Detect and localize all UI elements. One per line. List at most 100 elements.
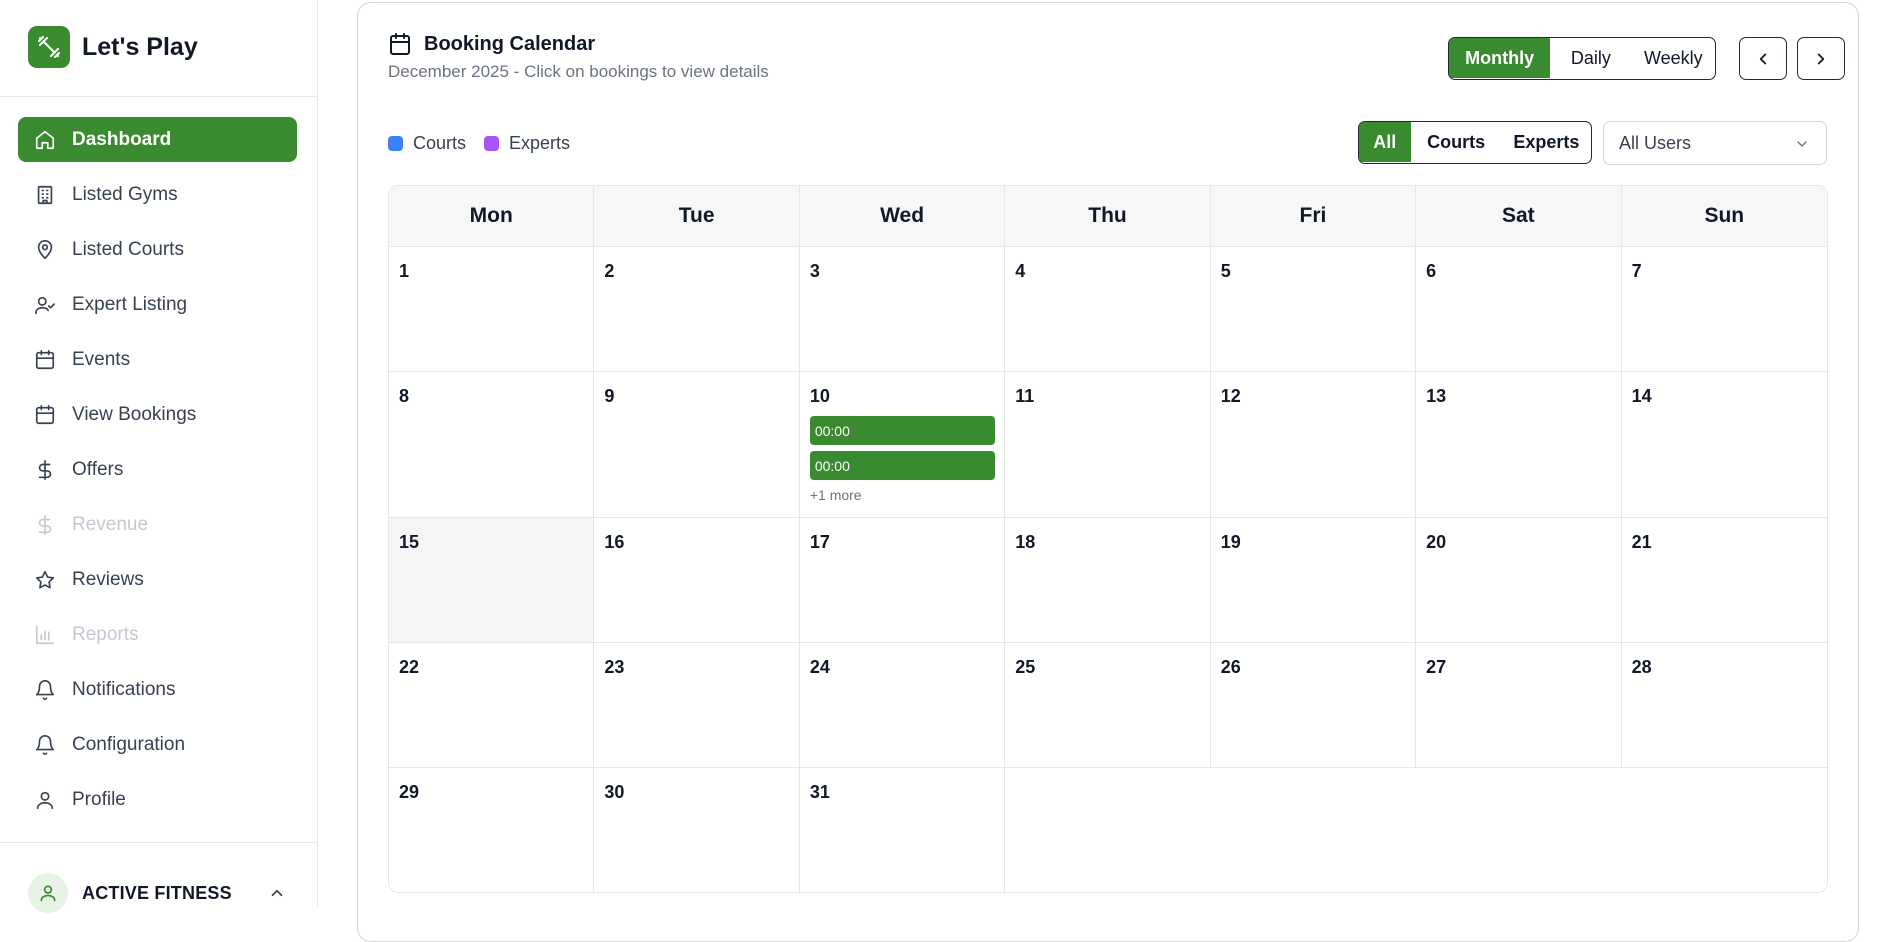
day-number: 24 [809,657,830,677]
weekday-header: Mon Tue Wed Thu Fri Sat Sun [389,186,1827,246]
user-icon [28,873,68,913]
sidebar-item-label: Configuration [72,733,186,755]
day-cell[interactable]: 15 [389,518,595,642]
sidebar-item-expert-listing[interactable]: Expert Listing [18,282,297,327]
empty-cell [1622,768,1827,892]
week-row: 1 2 3 4 5 6 7 [389,246,1827,371]
day-cell[interactable]: 10 00:00 00:00 +1 more [800,372,1006,517]
sidebar-item-label: Events [72,348,131,370]
user-icon [34,789,56,811]
day-cell[interactable]: 4 [1005,247,1211,371]
sidebar-item-profile[interactable]: Profile [18,777,297,822]
page-subtitle: December 2025 - Click on bookings to vie… [388,62,769,81]
day-number: 13 [1426,386,1447,406]
day-cell[interactable]: 18 [1005,518,1211,642]
booking-event[interactable]: 00:00 [809,416,995,445]
booking-event[interactable]: 00:00 [809,451,995,480]
weekday-wed: Wed [800,186,1006,246]
day-number: 3 [809,261,820,281]
weekday-sat: Sat [1416,186,1622,246]
filter-experts[interactable]: Experts [1502,122,1591,162]
sidebar-item-offers[interactable]: Offers [18,447,297,492]
day-cell[interactable]: 6 [1416,247,1622,371]
sidebar-item-label: Reports [72,623,139,645]
day-cell[interactable]: 14 [1622,372,1827,517]
week-row: 8 9 10 00:00 00:00 +1 more 11 12 13 14 [389,371,1827,517]
filter-courts[interactable]: Courts [1411,122,1502,162]
legend-label-experts: Experts [509,133,571,153]
filter-all[interactable]: All [1359,122,1411,162]
star-icon [34,569,56,591]
day-cell[interactable]: 9 [594,372,800,517]
account-name: ACTIVE FITNESS [82,882,232,903]
sidebar-item-events[interactable]: Events [18,337,297,382]
dumbbell-icon [28,26,70,68]
day-number: 19 [1220,532,1241,552]
sidebar-item-dashboard[interactable]: Dashboard [18,117,297,162]
day-number: 30 [604,782,625,802]
sidebar-item-label: Offers [72,458,124,480]
day-cell[interactable]: 21 [1622,518,1827,642]
day-cell[interactable]: 1 [389,247,595,371]
next-month-button[interactable] [1797,37,1845,80]
day-cell[interactable]: 19 [1211,518,1417,642]
view-mode-toggle: Monthly Daily Weekly [1448,37,1716,80]
day-cell[interactable]: 27 [1416,643,1622,767]
day-cell[interactable]: 24 [800,643,1006,767]
day-number: 17 [809,532,830,552]
sidebar-item-reviews[interactable]: Reviews [18,557,297,602]
week-row: 29 30 31 [389,767,1827,892]
weekday-mon: Mon [389,186,595,246]
brand-name: Let's Play [82,32,198,61]
day-cell[interactable]: 3 [800,247,1006,371]
sidebar-item-reports: Reports [18,612,297,657]
sidebar-item-listed-gyms[interactable]: Listed Gyms [18,172,297,217]
empty-cell [1211,768,1416,892]
tab-monthly[interactable]: Monthly [1449,38,1551,78]
brand[interactable]: Let's Play [28,26,198,68]
day-cell[interactable]: 28 [1622,643,1827,767]
chevron-up-icon[interactable] [268,884,286,902]
calendar-header: Booking Calendar [388,32,595,56]
sidebar-item-view-bookings[interactable]: View Bookings [18,392,297,437]
prev-month-button[interactable] [1739,37,1787,80]
day-cell[interactable]: 22 [389,643,595,767]
day-cell[interactable]: 29 [389,768,595,892]
page-title: Booking Calendar [424,32,596,55]
day-number: 25 [1015,657,1036,677]
tab-daily[interactable]: Daily [1550,38,1631,78]
day-cell[interactable]: 13 [1416,372,1622,517]
day-number: 14 [1631,386,1652,406]
tab-weekly[interactable]: Weekly [1632,38,1715,78]
week-row: 15 16 17 18 19 20 21 [389,517,1827,642]
sidebar-item-revenue: Revenue [18,502,297,547]
calendar-icon [390,33,410,55]
day-cell[interactable]: 7 [1622,247,1827,371]
more-bookings-link[interactable]: +1 more [810,487,1004,503]
day-cell[interactable]: 25 [1005,643,1211,767]
day-cell[interactable]: 30 [594,768,800,892]
day-cell[interactable]: 31 [800,768,1006,892]
day-cell[interactable]: 5 [1211,247,1417,371]
day-cell[interactable]: 2 [594,247,800,371]
day-cell[interactable]: 26 [1211,643,1417,767]
day-cell[interactable]: 11 [1005,372,1211,517]
day-cell[interactable]: 23 [594,643,800,767]
calendar-body: 1 2 3 4 5 6 7 8 9 10 00:00 00:00 +1 more 11 12 13 14 15 16… [389,246,1827,892]
day-cell[interactable]: 12 [1211,372,1417,517]
day-cell[interactable]: 8 [389,372,595,517]
sidebar-item-notifications[interactable]: Notifications [18,667,297,712]
legend-swatch-experts [484,136,500,151]
home-icon [34,129,56,151]
sidebar-item-listed-courts[interactable]: Listed Courts [18,227,297,272]
sidebar-item-label: Expert Listing [72,293,188,315]
day-cell[interactable]: 20 [1416,518,1622,642]
user-filter-select[interactable]: All Users [1603,121,1827,165]
sidebar-item-configuration[interactable]: Configuration [18,722,297,767]
day-number: 20 [1426,532,1447,552]
day-cell[interactable]: 17 [800,518,1006,642]
account-switcher[interactable]: ACTIVE FITNESS [28,873,232,913]
day-cell[interactable]: 16 [594,518,800,642]
day-number: 4 [1015,261,1026,281]
calendar-icon [34,349,56,371]
